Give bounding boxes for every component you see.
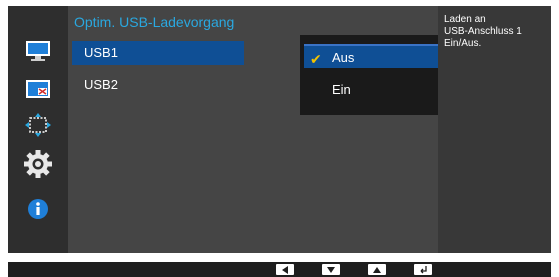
up-arrow-key-icon[interactable] (368, 264, 386, 275)
enter-key-icon[interactable] (414, 264, 432, 275)
checkmark-icon: ✔ (310, 51, 322, 67)
left-arrow-key-icon[interactable] (276, 264, 294, 275)
picture-in-picture-icon[interactable] (22, 74, 54, 104)
menu-panel: Optim. USB-Ladevorgang USB1 USB2 ✔ Aus E… (68, 6, 478, 253)
osd-menu-window: Optim. USB-Ladevorgang USB1 USB2 ✔ Aus E… (8, 6, 551, 253)
option-aus-label: Aus (332, 50, 355, 65)
help-panel: Laden an USB-Anschluss 1 Ein/Aus. (438, 6, 551, 253)
information-icon[interactable] (22, 194, 54, 224)
settings-gear-icon[interactable] (22, 149, 54, 179)
help-line: Laden an (444, 14, 486, 25)
help-line: USB-Anschluss 1 (444, 26, 522, 37)
help-text: Laden an USB-Anschluss 1 Ein/Aus. (444, 14, 548, 50)
down-arrow-key-icon[interactable] (322, 264, 340, 275)
menu-title: Optim. USB-Ladevorgang (74, 14, 235, 30)
category-sidebar (8, 6, 68, 253)
menu-item-usb1[interactable]: USB1 (72, 41, 244, 65)
key-guide-bar (8, 262, 551, 277)
monitor-picture-icon[interactable] (22, 36, 54, 66)
help-line: Ein/Aus. (444, 38, 482, 49)
menu-item-usb2[interactable]: USB2 (72, 73, 244, 97)
screen-size-arrows-icon[interactable] (22, 110, 54, 140)
